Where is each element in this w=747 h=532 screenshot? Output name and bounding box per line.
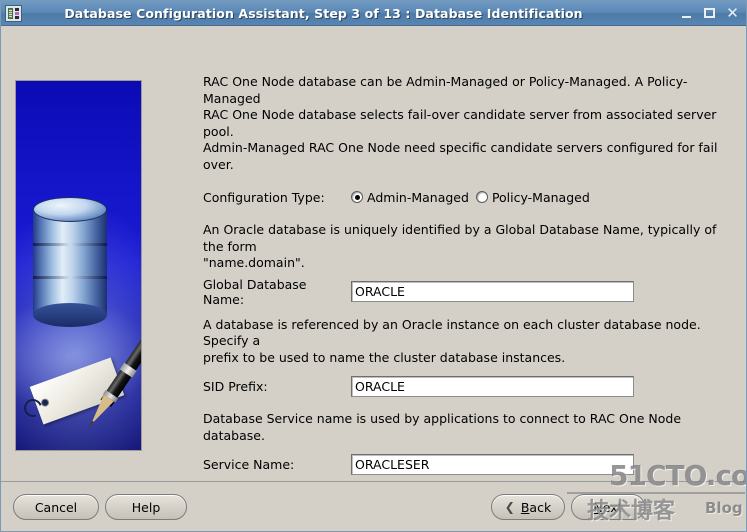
database-app-icon	[5, 4, 22, 22]
configuration-type-label: Configuration Type:	[203, 189, 325, 205]
chevron-left-icon: ❮	[504, 500, 515, 514]
global-db-label: Global Database Name:	[203, 276, 307, 307]
next-button[interactable]: Next	[571, 494, 645, 520]
back-button[interactable]: ❮ Back	[491, 494, 565, 520]
window-title: Database Configuration Assistant, Step 3…	[64, 5, 583, 21]
window-titlebar: Database Configuration Assistant, Step 3…	[1, 1, 746, 26]
radio-policy-managed[interactable]: Policy-Managed	[475, 189, 590, 205]
global-db-paragraph: An Oracle database is uniquely identifie…	[203, 222, 717, 270]
intro-paragraph: RAC One Node database can be Admin-Manag…	[203, 74, 718, 172]
back-label: Back	[520, 499, 552, 515]
radio-admin-managed[interactable]: Admin-Managed	[351, 190, 469, 205]
radio-policy-managed-label: Policy-Managed	[491, 189, 590, 205]
radio-admin-managed-label: Admin-Managed	[367, 189, 469, 205]
main-panel: RAC One Node database can be Admin-Manag…	[1, 26, 746, 531]
global-db-row: Global Database Name:	[203, 277, 733, 307]
configuration-type-radiogroup: Admin-Managed Policy-Managed	[351, 190, 590, 205]
minimize-icon[interactable]	[680, 7, 693, 20]
database-illustration	[15, 80, 142, 451]
window-controls: ✕	[680, 5, 746, 20]
radio-selected-icon	[351, 191, 363, 203]
configuration-type-row: Configuration Type: Admin-Managed Policy…	[203, 186, 733, 208]
radio-unselected-icon	[475, 191, 488, 203]
sid-paragraph: A database is referenced by an Oracle in…	[203, 316, 701, 365]
maximize-icon[interactable]	[703, 7, 716, 20]
next-label: Next	[593, 499, 623, 515]
sid-prefix-label: SID Prefix:	[203, 378, 268, 394]
sid-prefix-input[interactable]	[351, 375, 634, 397]
sid-prefix-row: SID Prefix:	[203, 375, 733, 397]
dbca-window: Database Configuration Assistant, Step 3…	[0, 0, 747, 532]
service-paragraph: Database Service name is used by applica…	[203, 411, 682, 443]
service-name-input[interactable]	[351, 453, 634, 475]
footer-bar: Cancel Help ❮ Back Next	[1, 481, 746, 531]
close-icon[interactable]: ✕	[726, 5, 739, 20]
help-button[interactable]: Help	[105, 494, 187, 520]
cancel-button[interactable]: Cancel	[13, 494, 99, 520]
service-name-label: Service Name:	[203, 456, 295, 472]
service-name-row: Service Name:	[203, 453, 733, 475]
global-database-name-input[interactable]	[351, 281, 634, 302]
identification-form: RAC One Node database can be Admin-Manag…	[203, 74, 733, 531]
